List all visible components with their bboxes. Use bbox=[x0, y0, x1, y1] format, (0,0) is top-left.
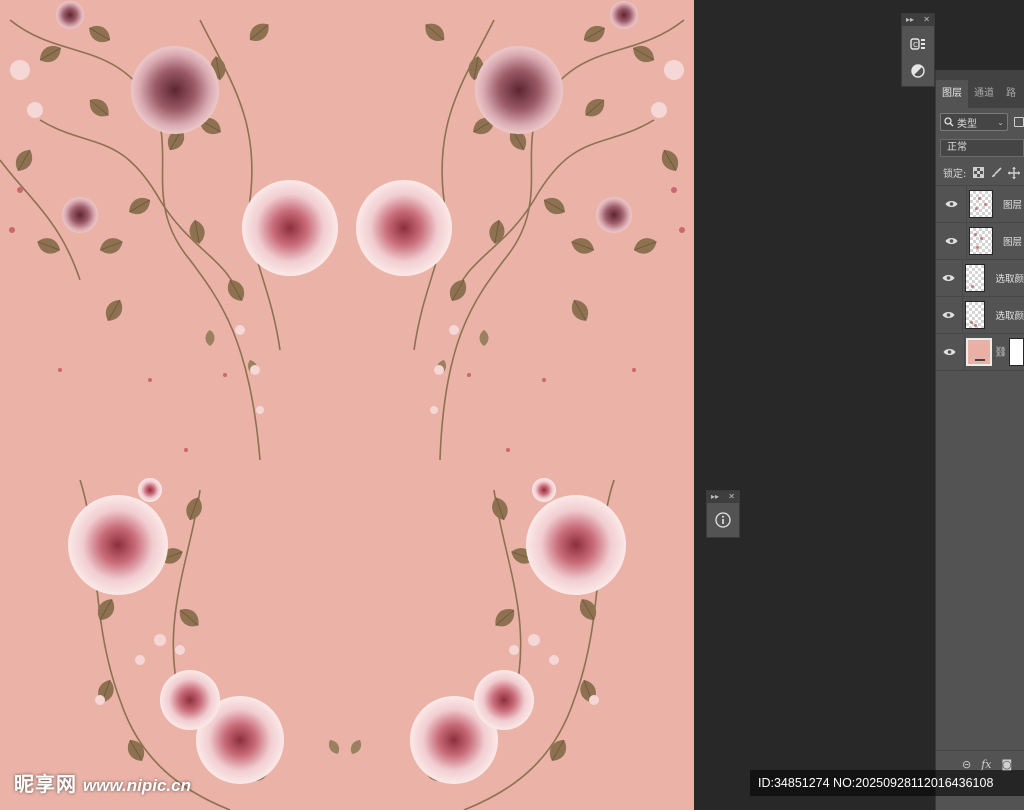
info-icon bbox=[715, 512, 731, 528]
solid-color-fill-thumbnail[interactable] bbox=[966, 338, 993, 366]
divider bbox=[961, 259, 963, 297]
visibility-toggle[interactable] bbox=[936, 237, 966, 245]
eye-icon bbox=[945, 201, 957, 207]
lock-transparent-pixels-icon[interactable] bbox=[972, 167, 984, 179]
layer-row[interactable]: 图层 bbox=[936, 222, 1024, 260]
layer-thumbnail bbox=[964, 301, 986, 329]
watermark-logo-text: 昵享网 bbox=[14, 772, 77, 796]
layer-name[interactable]: 图层 bbox=[1003, 234, 1022, 248]
layer-name[interactable]: 选取颜 bbox=[995, 308, 1024, 322]
filter-kind-value: 类型 bbox=[957, 118, 977, 130]
lock-image-pixels-icon[interactable] bbox=[990, 167, 1002, 179]
blend-mode-row: 正常 bbox=[936, 136, 1024, 160]
link-icon[interactable]: ⛓ bbox=[994, 347, 1007, 358]
eye-icon bbox=[945, 238, 957, 244]
divider bbox=[966, 185, 967, 223]
layer-name[interactable]: 选取颜 bbox=[995, 271, 1024, 285]
layer-thumbnail bbox=[964, 264, 986, 292]
eye-icon bbox=[942, 275, 955, 281]
dock-title-bar[interactable]: ▸▸ ✕ bbox=[902, 14, 934, 26]
panel-tabs: 图层 通道 路 bbox=[936, 70, 1024, 108]
fill-layer-row[interactable]: ⛓ bbox=[936, 333, 1024, 371]
layer-thumbnail bbox=[969, 190, 993, 218]
visibility-toggle[interactable] bbox=[936, 274, 962, 282]
expand-icon[interactable]: ▸▸ bbox=[711, 491, 719, 503]
layer-row[interactable]: 图层 bbox=[936, 185, 1024, 223]
adjustments-button[interactable] bbox=[902, 58, 934, 84]
watermark-id-text: ID:34851274 NO:20250928112016436108 bbox=[750, 770, 1024, 796]
eye-icon bbox=[942, 312, 955, 318]
photoshop-window: 昵享网 www.nipic.cn ▸▸ ✕ C ▸▸ ✕ 图层 通道 路 类型 … bbox=[0, 0, 1024, 810]
tab-layers[interactable]: 图层 bbox=[936, 80, 968, 108]
divider bbox=[966, 222, 967, 260]
chevron-down-icon: ⌄ bbox=[997, 117, 1004, 127]
libraries-button[interactable]: C bbox=[902, 30, 934, 58]
search-icon bbox=[944, 117, 954, 127]
close-icon[interactable]: ✕ bbox=[728, 491, 735, 503]
adjustments-icon bbox=[911, 64, 925, 78]
lock-label: 锁定: bbox=[943, 169, 967, 180]
svg-text:C: C bbox=[913, 41, 918, 49]
tab-paths[interactable]: 路 bbox=[1000, 80, 1022, 108]
pixel-filter-icon[interactable] bbox=[1014, 117, 1024, 127]
visibility-toggle[interactable] bbox=[936, 311, 962, 319]
info-button[interactable] bbox=[707, 503, 739, 537]
filter-kind-select[interactable]: 类型 ⌄ bbox=[940, 113, 1008, 131]
info-panel-dock: ▸▸ ✕ bbox=[706, 490, 740, 538]
visibility-toggle[interactable] bbox=[936, 348, 964, 356]
blend-mode-select[interactable]: 正常 bbox=[940, 139, 1024, 157]
floral-artwork bbox=[0, 1, 685, 810]
fill-layer-icon bbox=[975, 359, 986, 363]
layers-panel: 图层 通道 路 类型 ⌄ 正常 锁定: 图层 图层 选取颜 选取颜 ⛓ ⊝ fx… bbox=[935, 70, 1024, 810]
lock-row: 锁定: bbox=[936, 160, 1024, 186]
info-dock-title-bar[interactable]: ▸▸ ✕ bbox=[707, 491, 739, 503]
document-canvas[interactable]: 昵享网 www.nipic.cn bbox=[0, 0, 694, 810]
collapsed-panel-dock: ▸▸ ✕ C bbox=[901, 13, 935, 87]
close-icon[interactable]: ✕ bbox=[923, 14, 930, 26]
tab-channels[interactable]: 通道 bbox=[968, 80, 1000, 108]
watermark-logo: 昵享网 www.nipic.cn bbox=[14, 768, 191, 797]
layer-mask-thumbnail[interactable] bbox=[1009, 338, 1024, 366]
layer-row[interactable]: 选取颜 bbox=[936, 259, 1024, 297]
layer-thumbnail bbox=[969, 227, 993, 255]
eye-icon bbox=[943, 349, 956, 355]
layer-name[interactable]: 图层 bbox=[1003, 197, 1022, 211]
visibility-toggle[interactable] bbox=[936, 200, 966, 208]
layer-filter-row: 类型 ⌄ bbox=[936, 108, 1024, 136]
divider bbox=[961, 296, 963, 334]
divider bbox=[963, 333, 965, 371]
watermark-url: www.nipic.cn bbox=[83, 776, 191, 795]
layer-row[interactable]: 选取颜 bbox=[936, 296, 1024, 334]
lock-position-icon[interactable] bbox=[1008, 166, 1021, 179]
libraries-icon: C bbox=[910, 38, 925, 50]
expand-icon[interactable]: ▸▸ bbox=[906, 14, 914, 26]
